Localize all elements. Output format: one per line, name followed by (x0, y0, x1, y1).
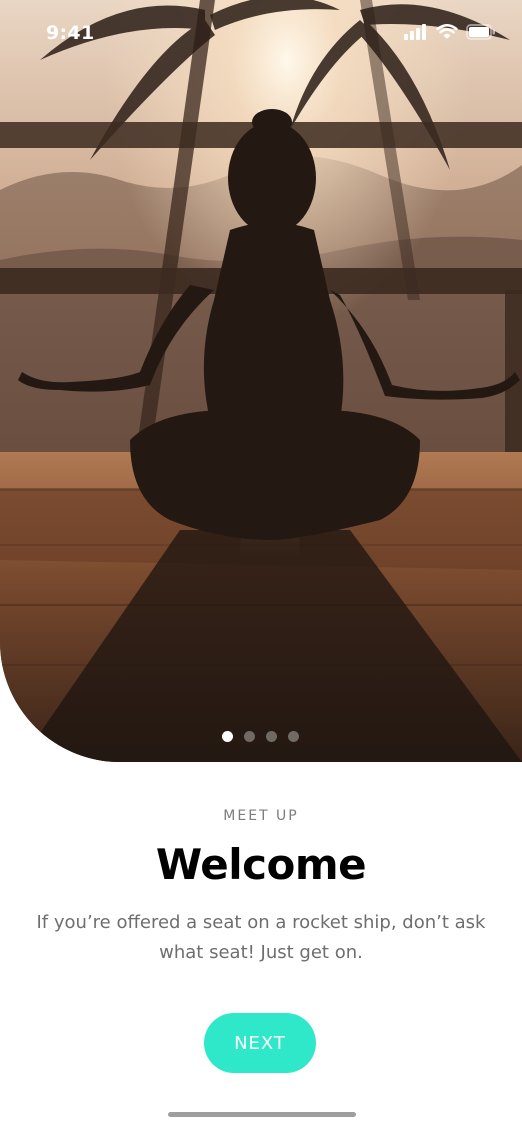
hero-image (0, 0, 522, 762)
pagination-dot[interactable] (266, 731, 277, 742)
status-time: 9:41 (46, 22, 95, 44)
body-text: If you’re offered a seat on a rocket shi… (36, 912, 486, 963)
wifi-icon (436, 24, 458, 44)
battery-icon (466, 24, 496, 44)
pagination-dot[interactable] (244, 731, 255, 742)
home-indicator[interactable] (168, 1112, 356, 1117)
eyebrow-label: MEET UP (223, 808, 299, 824)
signal-icon (404, 24, 428, 44)
pagination-dot-active[interactable] (222, 731, 233, 742)
status-icons (404, 24, 496, 44)
meditation-photo (0, 0, 522, 762)
carousel-pagination (222, 731, 299, 742)
status-bar: 9:41 (0, 0, 522, 66)
next-button[interactable]: NEXT (204, 1013, 316, 1073)
pagination-dot[interactable] (288, 731, 299, 742)
page-title: Welcome (155, 840, 367, 889)
